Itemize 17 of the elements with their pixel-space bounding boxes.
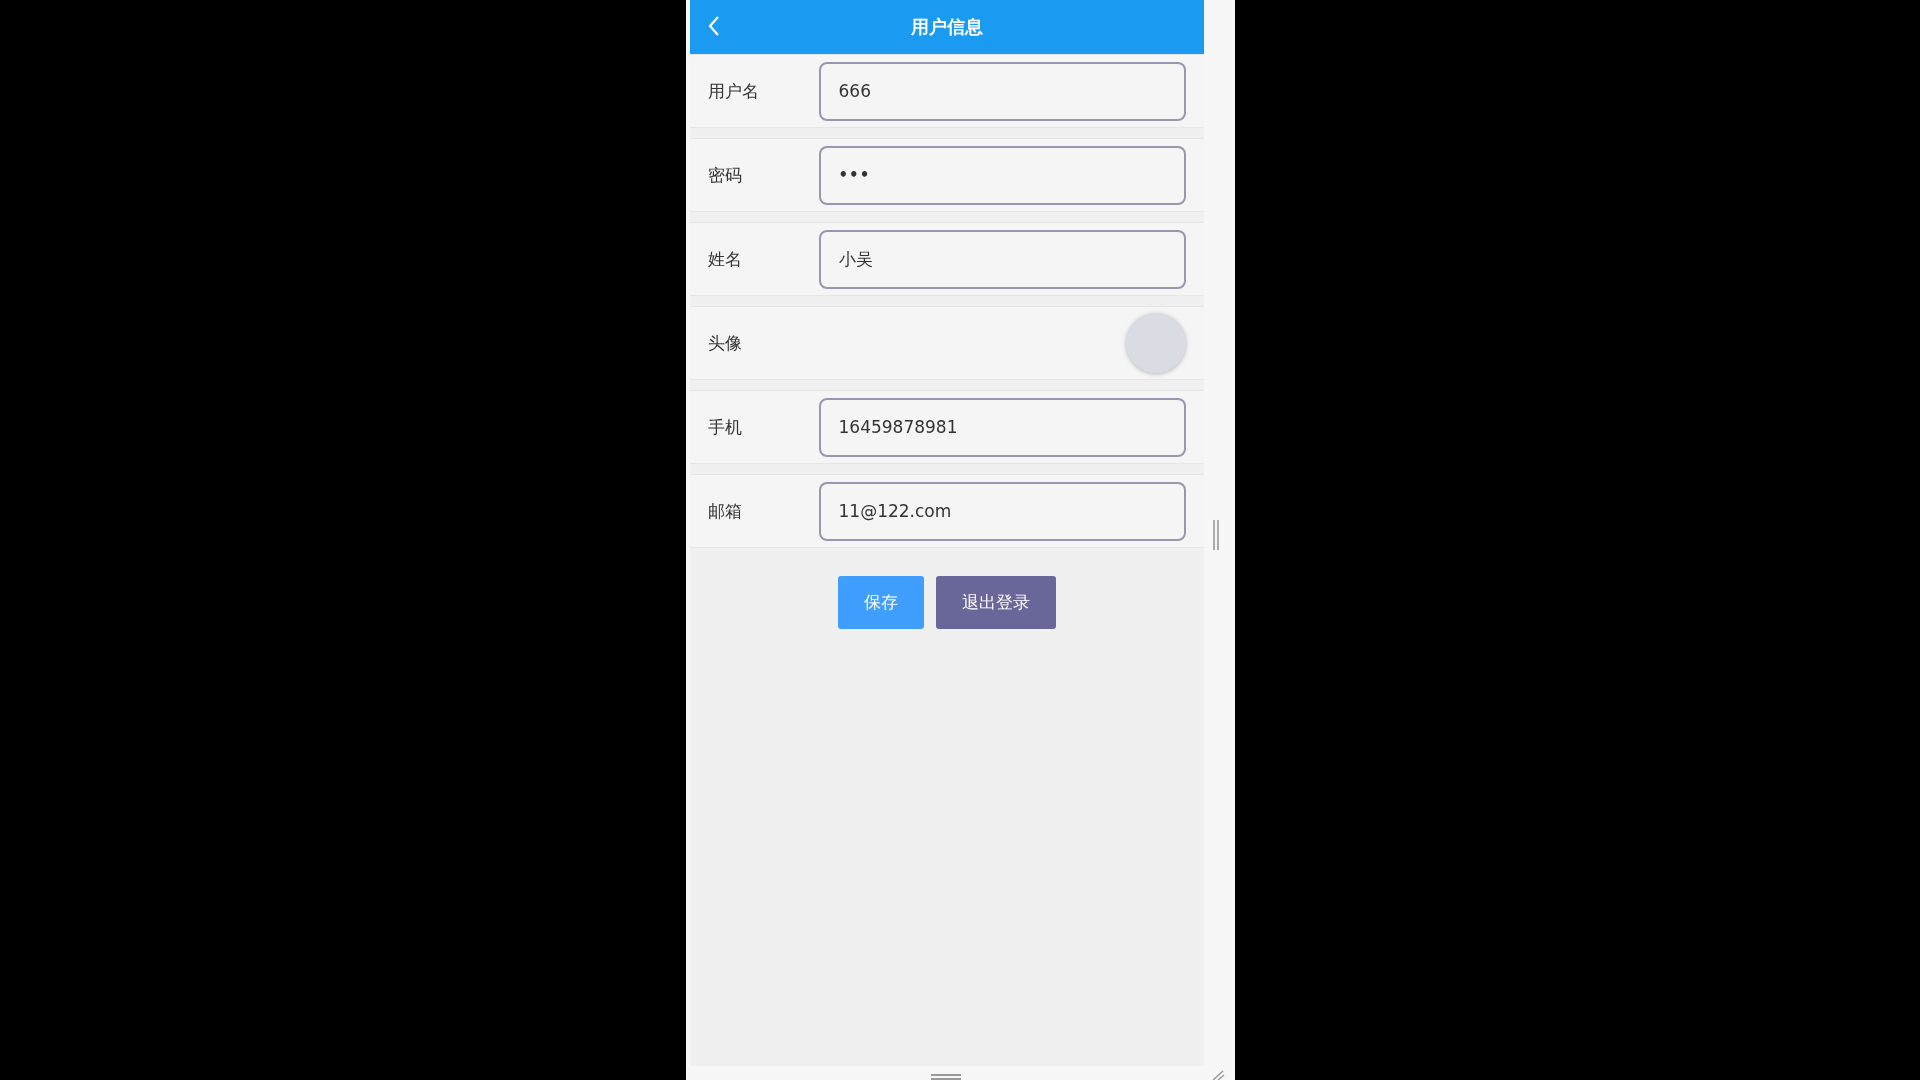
- input-field[interactable]: 小吴: [818, 229, 1186, 289]
- back-icon: [707, 15, 720, 37]
- logout-button[interactable]: 退出登录: [935, 576, 1056, 629]
- field-label: 用户名: [707, 79, 760, 103]
- resize-grip-icon[interactable]: [1210, 1070, 1225, 1080]
- password-field[interactable]: •••: [818, 145, 1186, 205]
- input-field[interactable]: 666: [818, 61, 1186, 121]
- page-title: 用户信息: [910, 15, 983, 39]
- field-label: 姓名: [707, 247, 743, 271]
- input-field[interactable]: 11@122.com: [818, 481, 1186, 541]
- drag-handle[interactable]: [930, 1074, 961, 1080]
- scroll-handle[interactable]: [1212, 520, 1219, 550]
- field-label: 手机: [707, 415, 743, 439]
- field-label: 密码: [707, 163, 743, 187]
- field-label: 邮箱: [707, 499, 743, 523]
- field-label: 头像: [707, 331, 743, 355]
- input-field[interactable]: 16459878981: [818, 397, 1186, 457]
